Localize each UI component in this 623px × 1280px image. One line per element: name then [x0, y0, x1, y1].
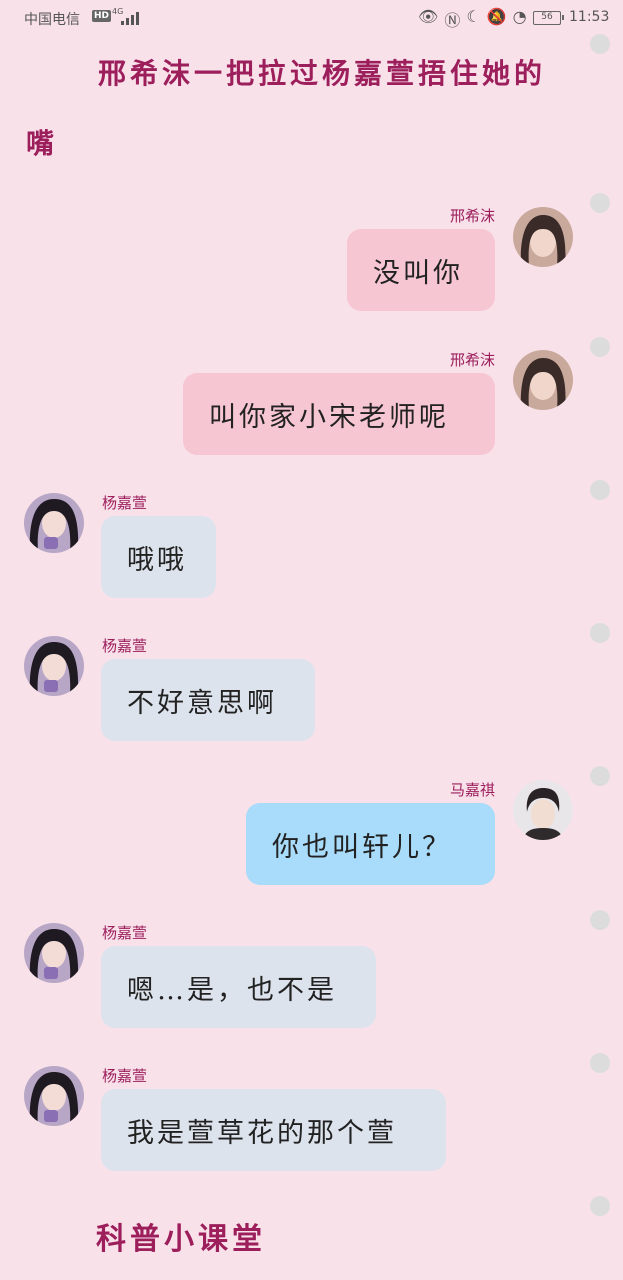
story-title-line1: 邢希沫一把拉过杨嘉萱捂住她的 [98, 57, 547, 90]
scroll-dot[interactable] [590, 623, 610, 643]
avatar-image [24, 636, 84, 696]
avatar[interactable] [513, 207, 573, 267]
avatar[interactable] [24, 923, 84, 983]
message-bubble[interactable]: 哦哦 [101, 516, 216, 598]
signal-icon [121, 11, 139, 25]
scroll-dot[interactable] [590, 1196, 610, 1216]
message-text: 嗯…是，也不是 [127, 974, 337, 1006]
message-bubble[interactable]: 没叫你 [347, 229, 495, 311]
scroll-dot[interactable] [590, 34, 610, 54]
avatar-image [513, 207, 573, 267]
avatar[interactable] [513, 350, 573, 410]
mute-bell-icon: 🔕 [486, 7, 507, 26]
clock: 11:53 [569, 9, 610, 25]
message-text: 哦哦 [127, 544, 187, 576]
message-text: 没叫你 [373, 257, 463, 289]
avatar-image [513, 350, 573, 410]
scroll-dot[interactable] [590, 480, 610, 500]
scroll-dot[interactable] [590, 337, 610, 357]
sender-name: 杨嘉萱 [102, 1067, 148, 1085]
scroll-dot[interactable] [590, 910, 610, 930]
message-text: 我是萱草花的那个萱 [127, 1117, 397, 1149]
sender-name: 杨嘉萱 [102, 924, 148, 942]
speed-icon: ◔ [512, 7, 527, 26]
avatar[interactable] [24, 493, 84, 553]
sender-name: 杨嘉萱 [102, 637, 148, 655]
message-bubble[interactable]: 嗯…是，也不是 [101, 946, 376, 1028]
avatar-image [513, 780, 573, 840]
message-bubble[interactable]: 不好意思啊 [101, 659, 315, 741]
avatar-image [24, 923, 84, 983]
story-title-line2: 嘴 [26, 127, 59, 160]
sender-name: 马嘉祺 [449, 781, 495, 799]
avatar-image [24, 493, 84, 553]
avatar[interactable] [24, 1066, 84, 1126]
battery-level: 56 [541, 12, 553, 22]
message-bubble[interactable]: 叫你家小宋老师呢 [183, 373, 495, 455]
sender-name: 杨嘉萱 [102, 494, 148, 512]
avatar-image [24, 1066, 84, 1126]
sender-name: 邢希沫 [449, 207, 495, 225]
eye-icon: 👁 [418, 7, 439, 26]
message-text: 不好意思啊 [127, 687, 277, 719]
message-bubble[interactable]: 我是萱草花的那个萱 [101, 1089, 446, 1171]
carrier-label: 中国电信 [24, 12, 80, 28]
message-text: 叫你家小宋老师呢 [209, 401, 449, 433]
footer-title: 科普小课堂 [96, 1222, 266, 1257]
scroll-dot[interactable] [590, 193, 610, 213]
message-bubble[interactable]: 你也叫轩儿？ [246, 803, 495, 885]
message-text: 你也叫轩儿？ [272, 831, 452, 863]
avatar[interactable] [24, 636, 84, 696]
battery-icon: 56 [533, 11, 564, 25]
moon-icon: ☾ [466, 7, 481, 26]
sender-name: 邢希沫 [449, 351, 495, 369]
scroll-dot[interactable] [590, 766, 610, 786]
scroll-dot[interactable] [590, 1053, 610, 1073]
hd-badge: HD [92, 10, 112, 22]
avatar[interactable] [513, 780, 573, 840]
status-bar: 中国电信 HD 4G 👁 Ⓝ ☾ 🔕 ◔ 56 11:53 [0, 0, 623, 38]
nfc-icon: Ⓝ [444, 11, 461, 30]
